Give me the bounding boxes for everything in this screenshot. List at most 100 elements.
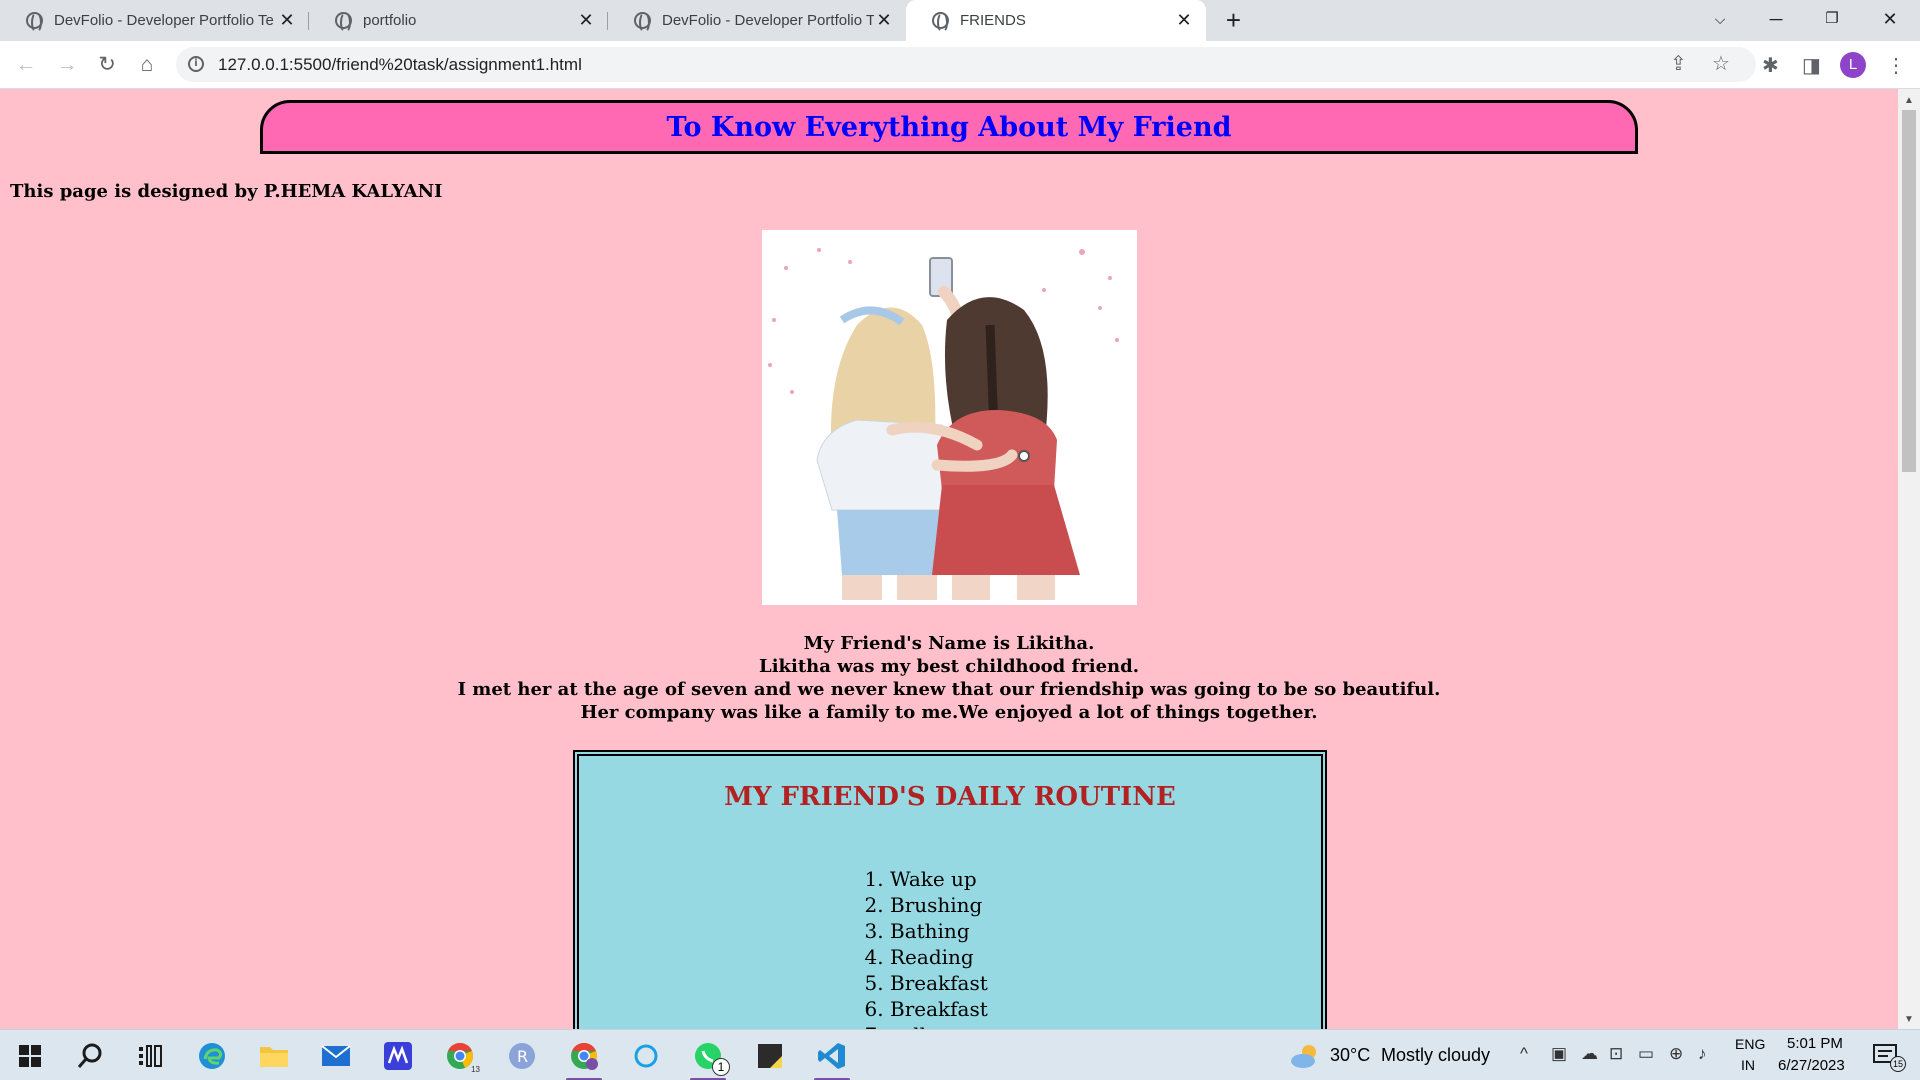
whatsapp-badge: 1 xyxy=(712,1058,730,1076)
close-tab-icon[interactable]: ✕ xyxy=(277,10,297,31)
chrome-profile-icon xyxy=(571,1043,598,1070)
daily-routine-box: MY FRIEND'S DAILY ROUTINE Wake up Brushi… xyxy=(573,750,1327,1029)
home-button[interactable]: ⌂ xyxy=(131,49,163,81)
battery-icon[interactable]: ▭ xyxy=(1638,1044,1654,1064)
close-window-button[interactable]: ✕ xyxy=(1862,0,1918,38)
forward-button[interactable]: → xyxy=(51,49,83,81)
extensions-icon[interactable]: ✱ xyxy=(1762,53,1779,78)
back-button[interactable]: ← xyxy=(10,49,42,81)
search-icon xyxy=(77,1043,102,1068)
intro-line: I met her at the age of seven and we nev… xyxy=(457,679,1441,700)
routine-item: college xyxy=(890,1022,988,1029)
vscode-icon xyxy=(818,1043,845,1069)
svg-text:R: R xyxy=(517,1047,528,1066)
r-app[interactable]: R xyxy=(500,1036,544,1076)
weather-desc[interactable]: Mostly cloudy xyxy=(1381,1045,1490,1066)
profile-avatar[interactable]: L xyxy=(1840,52,1866,78)
close-tab-icon[interactable]: ✕ xyxy=(1174,10,1194,31)
volume-icon[interactable]: ♪ xyxy=(1698,1044,1707,1064)
clock-time[interactable]: 5:01 PM xyxy=(1787,1035,1843,1052)
network-icon[interactable]: ⊕ xyxy=(1669,1044,1683,1064)
globe-icon xyxy=(932,12,949,33)
edge-app[interactable] xyxy=(190,1036,234,1076)
m-app-icon xyxy=(384,1042,412,1070)
scroll-up-arrow-icon[interactable]: ▲ xyxy=(1898,95,1920,106)
menu-icon[interactable]: ⋮ xyxy=(1886,53,1906,78)
start-button[interactable] xyxy=(8,1036,52,1076)
reload-button[interactable]: ↻ xyxy=(91,49,123,81)
scrollbar-thumb[interactable] xyxy=(1902,110,1916,472)
browser-toolbar: ← → ↻ ⌂ i 127.0.0.1:5500/friend%20task/a… xyxy=(0,41,1920,89)
routine-item: Wake up xyxy=(890,866,988,892)
browser-tab[interactable]: portfolio ✕ xyxy=(309,0,608,41)
restore-button[interactable]: ❐ xyxy=(1804,0,1860,38)
language-indicator[interactable]: ENG xyxy=(1735,1036,1765,1052)
sticky-notes-icon xyxy=(758,1044,782,1068)
minimize-button[interactable]: ─ xyxy=(1748,0,1804,38)
task-view-button[interactable] xyxy=(128,1036,172,1076)
address-bar[interactable]: i 127.0.0.1:5500/friend%20task/assignmen… xyxy=(176,47,1756,82)
mail-app[interactable] xyxy=(314,1036,358,1076)
chevron-up-icon[interactable]: ^ xyxy=(1520,1044,1528,1064)
tab-title: DevFolio - Developer Portfolio Te xyxy=(54,12,274,29)
globe-icon xyxy=(335,12,352,33)
tab-title: DevFolio - Developer Portfolio Te xyxy=(662,12,874,29)
cortana-icon xyxy=(634,1044,658,1068)
page-banner: To Know Everything About My Friend xyxy=(260,100,1638,154)
notification-count: 15 xyxy=(1890,1056,1906,1072)
friend-intro: My Friend's Name is Likitha. Likitha was… xyxy=(0,632,1898,724)
routine-item: Reading xyxy=(890,944,988,970)
cortana-app[interactable] xyxy=(624,1036,668,1076)
weather-widget[interactable] xyxy=(1284,1036,1328,1076)
share-icon[interactable]: ⇪ xyxy=(1670,51,1687,76)
close-tab-icon[interactable]: ✕ xyxy=(874,10,894,31)
task-view-icon xyxy=(139,1045,162,1067)
meet-now-icon[interactable]: ▣ xyxy=(1551,1044,1567,1064)
side-panel-icon[interactable]: ◨ xyxy=(1802,53,1821,78)
routine-title: MY FRIEND'S DAILY ROUTINE xyxy=(724,782,1176,812)
cloudy-weather-icon xyxy=(1291,1045,1316,1068)
tab-strip: DevFolio - Developer Portfolio Te ✕ port… xyxy=(0,0,1920,41)
site-info-icon[interactable]: i xyxy=(188,56,204,72)
tab-search-icon[interactable]: ⌵ xyxy=(1692,0,1748,38)
browser-tab[interactable]: DevFolio - Developer Portfolio Te ✕ xyxy=(0,0,309,41)
onedrive-icon[interactable]: ☁ xyxy=(1581,1044,1598,1064)
sticky-notes-app[interactable] xyxy=(748,1036,792,1076)
designer-note: This page is designed by P.HEMA KALYANI xyxy=(10,181,443,202)
routine-item: Brushing xyxy=(890,892,988,918)
address-url[interactable]: 127.0.0.1:5500/friend%20task/assignment1… xyxy=(218,55,582,75)
r-app-icon: R xyxy=(509,1043,535,1069)
browser-tab-active[interactable]: FRIENDS ✕ xyxy=(906,0,1206,41)
search-button[interactable] xyxy=(68,1036,112,1076)
chrome-app[interactable]: 13 xyxy=(438,1036,482,1076)
edge-icon xyxy=(199,1043,225,1069)
defender-icon[interactable]: ⊡ xyxy=(1609,1044,1623,1064)
clock-date[interactable]: 6/27/2023 xyxy=(1778,1057,1845,1074)
vscode-app[interactable] xyxy=(810,1036,854,1080)
bookmark-star-icon[interactable]: ☆ xyxy=(1712,51,1730,76)
region-indicator[interactable]: IN xyxy=(1741,1057,1755,1073)
weather-temp[interactable]: 30°C xyxy=(1330,1045,1370,1066)
friends-illustration-svg xyxy=(762,230,1137,605)
routine-item: Breakfast xyxy=(890,970,988,996)
scroll-down-arrow-icon[interactable]: ▼ xyxy=(1898,1014,1920,1025)
mail-icon xyxy=(321,1045,351,1066)
file-explorer-app[interactable] xyxy=(252,1036,296,1076)
windows-logo-icon xyxy=(19,1045,41,1067)
whatsapp-app[interactable]: 1 xyxy=(686,1036,730,1080)
new-tab-button[interactable]: + xyxy=(1218,5,1249,36)
intro-line: Her company was like a family to me.We e… xyxy=(580,702,1318,723)
tab-title: portfolio xyxy=(363,12,417,29)
browser-tab[interactable]: DevFolio - Developer Portfolio Te ✕ xyxy=(608,0,906,41)
chrome-profile-app-active[interactable] xyxy=(562,1036,606,1080)
globe-icon xyxy=(634,12,651,33)
app-m-launcher[interactable] xyxy=(376,1036,420,1076)
friends-illustration xyxy=(762,230,1137,605)
page-scrollbar[interactable]: ▲ ▼ xyxy=(1898,89,1920,1029)
banner-title: To Know Everything About My Friend xyxy=(666,112,1232,143)
routine-item: Bathing xyxy=(890,918,988,944)
folder-icon xyxy=(260,1047,288,1067)
notification-center-button[interactable]: 15 xyxy=(1864,1036,1908,1076)
close-tab-icon[interactable]: ✕ xyxy=(576,10,596,31)
intro-line: Likitha was my best childhood friend. xyxy=(759,656,1139,677)
